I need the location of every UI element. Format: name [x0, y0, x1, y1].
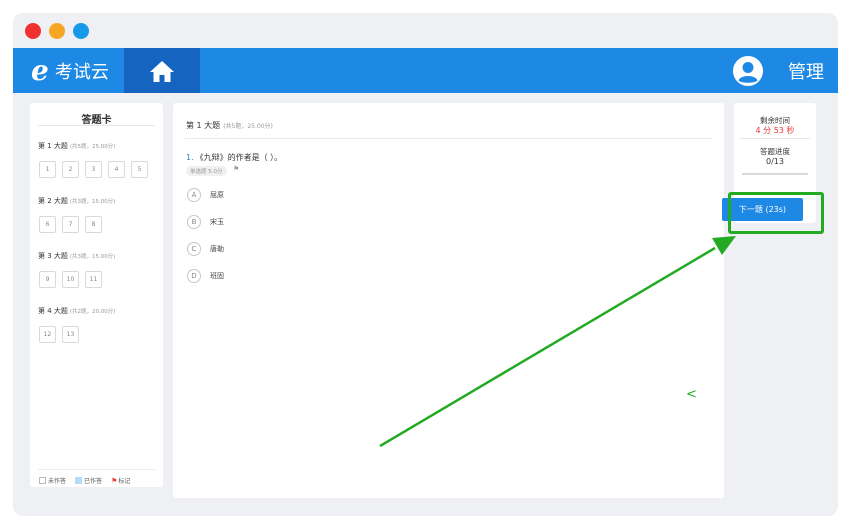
- option-text: 宋玉: [210, 218, 224, 226]
- option-text: 屈原: [210, 191, 224, 199]
- section-4-questions: 12 13: [39, 326, 79, 343]
- section-2-title: 第 2 大题 (共3题，15.00分): [38, 197, 116, 205]
- option-letter[interactable]: B: [187, 215, 201, 229]
- answer-card-title: 答题卡: [81, 115, 112, 126]
- app-logo[interactable]: e 考试云: [31, 48, 109, 93]
- option-letter[interactable]: D: [187, 269, 201, 283]
- option-letter[interactable]: C: [187, 242, 201, 256]
- legend-done: 已作答: [75, 476, 102, 485]
- answer-card-panel: 答题卡 第 1 大题 (共5题，25.00分) 1 2 3 4 5 第 2 大题(…: [30, 103, 163, 487]
- logo-mark: e: [31, 54, 49, 87]
- flag-icon: ⚑: [111, 476, 118, 485]
- section-3-title: 第 3 大题 (共3题，15.00分): [38, 252, 116, 260]
- progress-value: 0/13: [766, 157, 784, 166]
- option-letter[interactable]: A: [187, 188, 201, 202]
- question-stem: 《九辩》的作者是（ ）。: [195, 153, 283, 162]
- question-button[interactable]: 3: [85, 161, 102, 178]
- divider: [38, 469, 155, 470]
- question-button[interactable]: 1: [39, 161, 56, 178]
- legend-undone: 未作答: [39, 476, 66, 485]
- option-c[interactable]: C 唐勒: [187, 242, 224, 256]
- question-button[interactable]: 13: [62, 326, 79, 343]
- time-remaining-value: 4 分 53 秒: [755, 126, 795, 135]
- question-button[interactable]: 9: [39, 271, 56, 288]
- question-number: 1.: [186, 153, 194, 162]
- stray-mark: <: [686, 387, 697, 402]
- option-d[interactable]: D 班固: [187, 269, 224, 283]
- legend-flag: ⚑ 标记: [111, 476, 131, 486]
- undone-swatch: [39, 477, 46, 484]
- manage-link[interactable]: 管理: [788, 48, 824, 93]
- section-4-title: 第 4 大题 (共2题，20.00分): [38, 307, 116, 315]
- divider: [740, 138, 810, 139]
- window-titlebar: [13, 13, 838, 48]
- home-icon: [150, 60, 174, 82]
- section-2-questions: 6 7 8: [39, 216, 102, 233]
- question-button[interactable]: 7: [62, 216, 79, 233]
- question-button[interactable]: 4: [108, 161, 125, 178]
- home-button[interactable]: [124, 48, 200, 93]
- top-navbar: e 考试云 管理: [13, 48, 838, 93]
- section-heading: 第 1 大题 (共5题，25.00分): [186, 121, 273, 130]
- done-swatch: [75, 477, 83, 484]
- option-text: 班固: [210, 272, 224, 280]
- app-name: 考试云: [54, 61, 109, 83]
- highlight-box: [728, 192, 824, 234]
- divider: [185, 138, 712, 139]
- question-button[interactable]: 5: [131, 161, 148, 178]
- option-a[interactable]: A 屈原: [187, 188, 224, 202]
- minimize-window-button[interactable]: [49, 23, 65, 39]
- answer-card-legend: 未作答 已作答 ⚑ 标记: [39, 476, 139, 485]
- question-button[interactable]: 2: [62, 161, 79, 178]
- option-text: 唐勒: [210, 245, 224, 253]
- question-type-tag: 单选题 5.0分: [186, 166, 227, 176]
- flag-icon[interactable]: ⚑: [233, 165, 239, 173]
- question-button[interactable]: 8: [85, 216, 102, 233]
- question-button[interactable]: 6: [39, 216, 56, 233]
- question-panel: 第 1 大题 (共5题，25.00分) 1. 《九辩》的作者是（ ）。 单选题 5.…: [173, 103, 724, 498]
- question-text: 1. 《九辩》的作者是（ ）。: [186, 152, 282, 163]
- question-button[interactable]: 11: [85, 271, 102, 288]
- browser-window: e 考试云 管理 答题卡 第 1 大题 (共5题，25.00分) 1 2 3 4 …: [13, 13, 838, 516]
- user-avatar-icon[interactable]: [732, 55, 764, 87]
- close-window-button[interactable]: [25, 23, 41, 39]
- option-b[interactable]: B 宋玉: [187, 215, 224, 229]
- progress-label: 答题进度: [760, 147, 790, 156]
- question-button[interactable]: 12: [39, 326, 56, 343]
- progress-bar: [742, 173, 808, 175]
- section-3-questions: 9 10 11: [39, 271, 102, 288]
- section-1-title: 第 1 大题 (共5题，25.00分): [38, 142, 116, 150]
- divider: [38, 125, 155, 126]
- maximize-window-button[interactable]: [73, 23, 89, 39]
- question-button[interactable]: 10: [62, 271, 79, 288]
- section-1-questions: 1 2 3 4 5: [39, 161, 148, 178]
